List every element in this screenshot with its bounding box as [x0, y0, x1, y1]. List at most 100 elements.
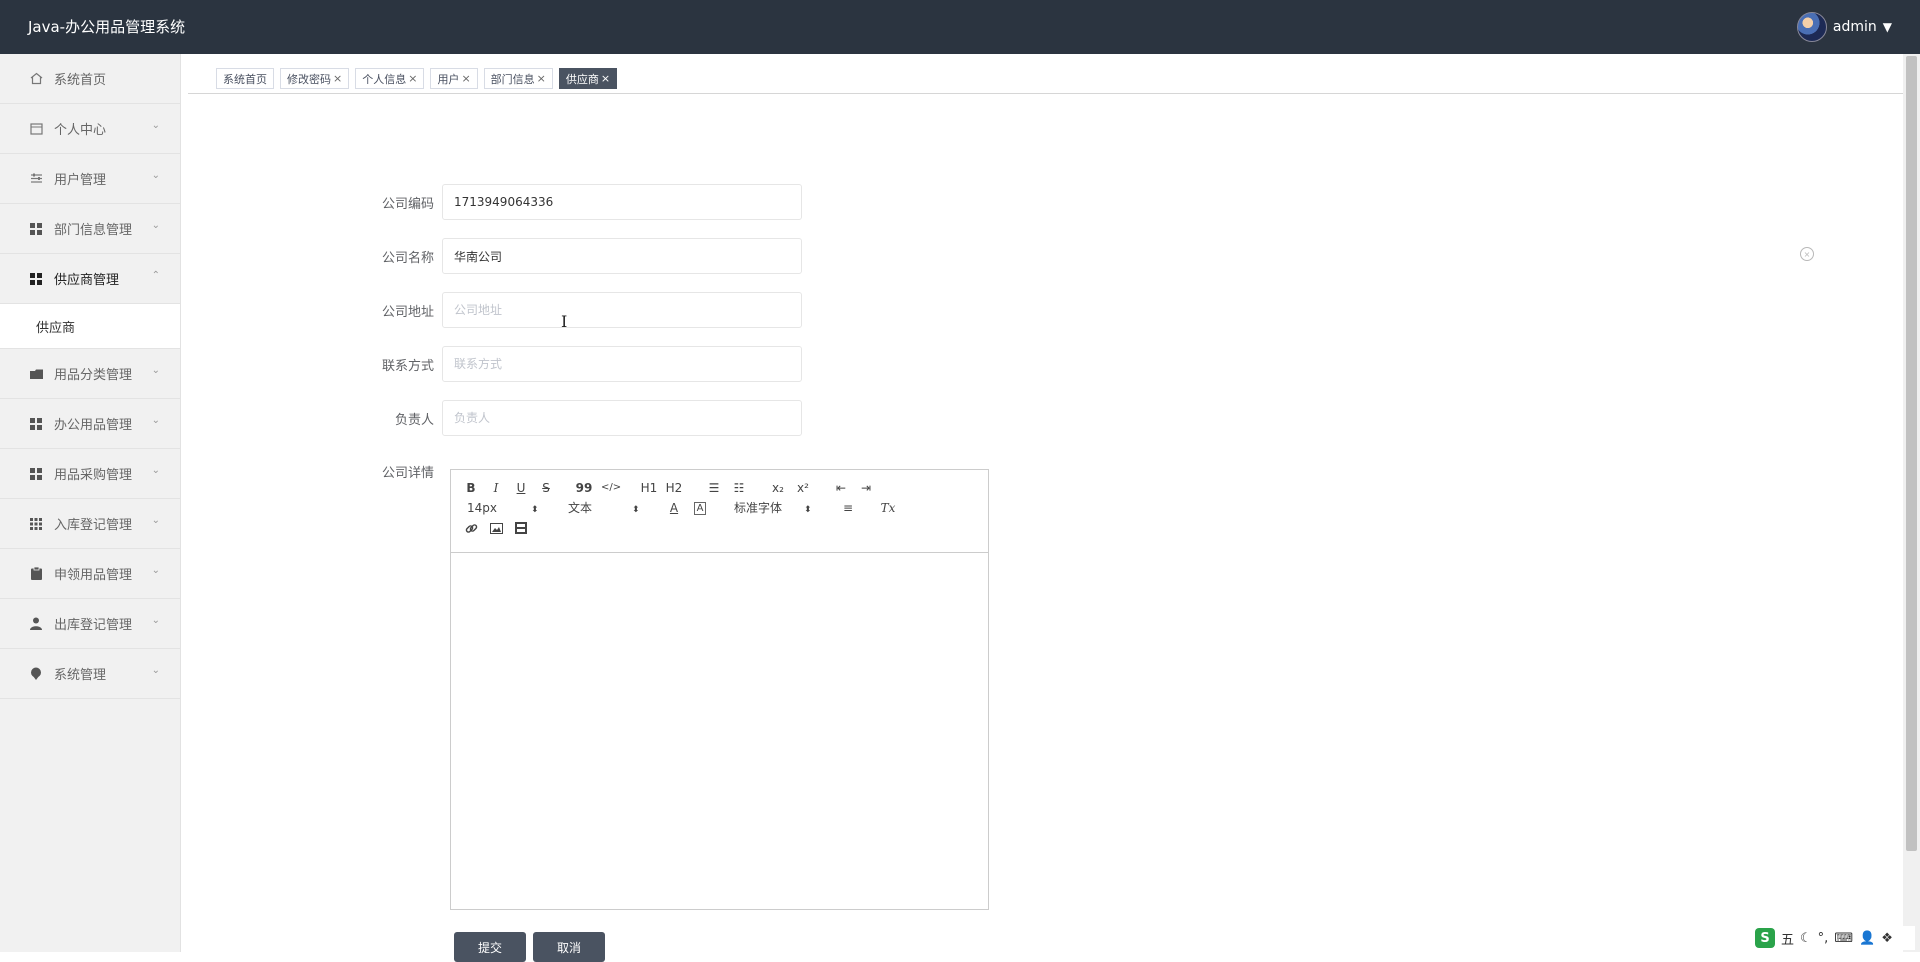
cancel-button[interactable]: 取消: [533, 932, 605, 962]
tab-supplier[interactable]: 供应商 ×: [558, 68, 618, 89]
underline-button[interactable]: U: [512, 480, 530, 496]
contact-input[interactable]: [442, 346, 802, 382]
keyboard-icon[interactable]: ⌨: [1834, 931, 1853, 946]
tab-change-password[interactable]: 修改密码 ×: [280, 68, 350, 89]
close-icon[interactable]: ×: [461, 72, 470, 85]
rich-text-editor: B I U S 99 </> H1 H2 ☰ ☷ x₂ x² ⇤ ⇥ 14px ⬍…: [450, 469, 989, 910]
contact-label: 联系方式: [381, 358, 434, 374]
sidebar-item-label: 系统管理: [54, 668, 107, 683]
clean-format-button[interactable]: Tx: [879, 500, 897, 516]
video-button[interactable]: [512, 522, 530, 538]
user-icon[interactable]: 👤: [1859, 931, 1875, 946]
company-code-input[interactable]: [442, 184, 802, 220]
header-select[interactable]: 文本 ⬍: [568, 500, 640, 518]
name-label: 公司名称: [381, 250, 434, 266]
sidebar-item-system[interactable]: 系统管理 ⌄: [0, 649, 180, 699]
ordered-list-button[interactable]: ☰: [705, 480, 723, 496]
ime-logo-icon[interactable]: S: [1755, 928, 1775, 948]
tab-home[interactable]: 系统首页: [216, 68, 274, 89]
submit-button[interactable]: 提交: [454, 932, 526, 962]
sidebar-item-purchases[interactable]: 用品采购管理 ⌄: [0, 449, 180, 499]
image-button[interactable]: [487, 522, 505, 538]
sidebar-item-suppliers[interactable]: 供应商管理 ⌃: [0, 254, 180, 304]
sidebar-item-outbound[interactable]: 出库登记管理 ⌄: [0, 599, 180, 649]
sidebar-item-personal[interactable]: 个人中心 ⌄: [0, 104, 180, 154]
sidebar-item-office-supplies[interactable]: 办公用品管理 ⌄: [0, 399, 180, 449]
code-block-button[interactable]: </>: [601, 480, 621, 496]
align-button[interactable]: ≡: [839, 500, 857, 516]
font-family-select[interactable]: 标准字体 ⬍: [734, 500, 812, 518]
sidebar-item-home[interactable]: 系统首页: [0, 54, 180, 104]
image-icon: [489, 523, 503, 534]
editor-content-area[interactable]: [451, 553, 988, 909]
bullet-list-button[interactable]: ☷: [730, 480, 748, 496]
form-row-contact: 联系方式: [360, 346, 802, 382]
sidebar-subitem-supplier[interactable]: 供应商: [0, 304, 180, 349]
chevron-down-icon: ⌄: [151, 415, 160, 426]
avatar[interactable]: [1796, 12, 1827, 42]
address-label: 公司地址: [381, 304, 434, 320]
scrollbar-thumb[interactable]: [1906, 56, 1917, 851]
subscript-button[interactable]: x₂: [769, 480, 787, 496]
punctuation-icon[interactable]: °,: [1818, 931, 1829, 946]
close-icon[interactable]: ×: [333, 72, 342, 85]
bold-button[interactable]: B: [462, 480, 480, 496]
italic-button[interactable]: I: [487, 480, 505, 496]
manager-input[interactable]: [442, 400, 802, 436]
outdent-button[interactable]: ⇤: [832, 480, 850, 496]
superscript-button[interactable]: x²: [794, 480, 812, 496]
strike-button[interactable]: S: [537, 480, 555, 496]
sidebar-item-users[interactable]: 用户管理 ⌄: [0, 154, 180, 204]
tab-label: 个人信息: [362, 72, 407, 86]
chevron-down-icon: ⌄: [151, 565, 160, 576]
sidebar-item-inbound[interactable]: 入库登记管理 ⌄: [0, 499, 180, 549]
select-arrow-icon: ⬍: [804, 505, 812, 515]
sidebar-item-label: 入库登记管理: [54, 518, 133, 533]
font-size-select[interactable]: 14px ⬍: [467, 500, 539, 518]
tab-label: 供应商: [565, 72, 599, 86]
close-icon[interactable]: ×: [408, 72, 417, 85]
tab-users[interactable]: 用户 ×: [430, 68, 478, 89]
caret-down-icon[interactable]: ▼: [1883, 20, 1892, 34]
tab-department-info[interactable]: 部门信息 ×: [483, 68, 553, 89]
sidebar-item-label: 申领用品管理: [54, 568, 133, 583]
ime-toolbar[interactable]: S 五 ☾ °, ⌨ 👤 ❖: [1755, 926, 1915, 950]
chevron-down-icon: ⌄: [151, 665, 160, 676]
moon-icon[interactable]: ☾: [1800, 931, 1812, 946]
chevron-down-icon: ⌄: [151, 515, 160, 526]
sidebar-item-categories[interactable]: 用品分类管理 ⌄: [0, 349, 180, 399]
tab-label: 用户: [437, 72, 460, 86]
clear-icon[interactable]: ×: [1800, 247, 1814, 261]
h1-button[interactable]: H1: [640, 480, 658, 496]
username[interactable]: admin: [1833, 19, 1877, 35]
ime-mode[interactable]: 五: [1781, 929, 1794, 948]
folder-icon: [28, 368, 44, 380]
sidebar-item-label: 出库登记管理: [54, 618, 133, 633]
h2-button[interactable]: H2: [665, 480, 683, 496]
sidebar-item-requisitions[interactable]: 申领用品管理 ⌄: [0, 549, 180, 599]
pin-icon: [28, 667, 44, 680]
company-name-input[interactable]: [442, 238, 802, 274]
close-icon[interactable]: ×: [537, 72, 546, 85]
font-size-value: 14px: [467, 501, 497, 515]
company-address-input[interactable]: [442, 292, 802, 328]
close-icon[interactable]: ×: [601, 72, 610, 85]
indent-button[interactable]: ⇥: [857, 480, 875, 496]
blockquote-button[interactable]: 99: [575, 480, 593, 496]
background-color-button[interactable]: A: [694, 502, 706, 515]
link-icon: [465, 524, 477, 533]
font-color-button[interactable]: A: [665, 500, 683, 516]
apps-icon[interactable]: ❖: [1881, 931, 1893, 946]
text-cursor-icon: I: [561, 312, 568, 331]
grid-icon: [28, 467, 44, 480]
tab-personal-info[interactable]: 个人信息 ×: [355, 68, 425, 89]
app-title: Java-办公用品管理系统: [28, 18, 186, 36]
page-scrollbar[interactable]: [1903, 54, 1920, 952]
link-button[interactable]: [462, 522, 480, 540]
user-menu[interactable]: admin ▼: [1796, 0, 1892, 54]
font-family-value: 标准字体: [734, 501, 783, 515]
sidebar-item-departments[interactable]: 部门信息管理 ⌄: [0, 204, 180, 254]
editor-toolbar: B I U S 99 </> H1 H2 ☰ ☷ x₂ x² ⇤ ⇥ 14px ⬍…: [451, 470, 988, 553]
chevron-down-icon: ⌄: [151, 220, 160, 231]
sliders-icon: [28, 172, 44, 185]
